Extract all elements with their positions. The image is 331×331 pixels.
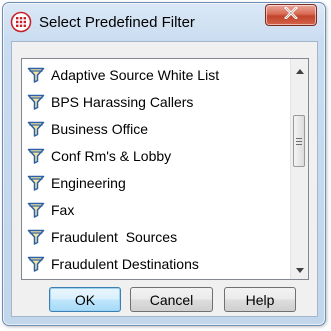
funnel-icon [27,120,45,138]
filter-list-item[interactable]: Adaptive Source White List [22,61,290,88]
filter-item-label: Fraudulent Sources [51,228,178,245]
dialog-window: Select Predefined Filter Adaptive Source… [2,2,326,326]
funnel-icon [27,255,45,273]
filter-item-label: Conf Rm's & Lobby [51,147,172,164]
filter-item-label: Fax [51,201,75,218]
filter-list-item[interactable]: Fraudulent Sources [22,223,290,250]
close-button[interactable] [265,4,317,26]
funnel-icon [27,228,45,246]
filter-item-label: Business Office [51,120,149,137]
help-button[interactable]: Help [224,287,296,312]
funnel-icon [27,174,45,192]
funnel-icon [27,201,45,219]
funnel-icon [27,147,45,165]
scroll-up-button[interactable] [291,61,308,78]
filter-listbox[interactable]: Adaptive Source White List BPS Harassing… [21,58,309,280]
filter-item-label: BPS Harassing Callers [51,93,194,110]
filter-list-item[interactable]: Fax [22,196,290,223]
title-bar[interactable]: Select Predefined Filter [3,3,325,41]
funnel-icon [27,93,45,111]
scroll-up-arrow-icon [295,61,304,79]
filter-list-item[interactable]: Conf Rm's & Lobby [22,142,290,169]
vertical-scrollbar[interactable] [290,59,308,279]
filter-item-label: Engineering [51,174,126,191]
filter-list-item[interactable]: Engineering [22,169,290,196]
funnel-icon [27,66,45,84]
filter-list-item[interactable]: Business Office [22,115,290,142]
scroll-down-button[interactable] [291,260,308,277]
filter-item-label: Adaptive Source White List [51,66,220,83]
filter-app-icon [10,11,32,33]
dialog-client-area: Adaptive Source White List BPS Harassing… [11,41,318,317]
dialog-title: Select Predefined Filter [39,14,195,31]
filter-item-label: Fraudulent Destinations [51,255,199,272]
scrollbar-thumb[interactable] [293,115,305,167]
close-x-icon [284,6,298,24]
ok-button[interactable]: OK [49,287,121,312]
scroll-down-arrow-icon [295,260,304,278]
filter-list-item[interactable]: Fraudulent Destinations [22,250,290,277]
filter-list: Adaptive Source White List BPS Harassing… [22,61,290,277]
grip-icon [296,137,302,145]
filter-list-item[interactable]: BPS Harassing Callers [22,88,290,115]
cancel-button[interactable]: Cancel [130,287,213,312]
